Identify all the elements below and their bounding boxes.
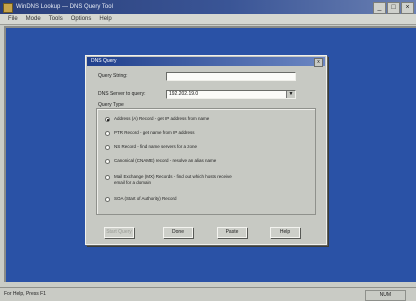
dialog-close-icon[interactable]: x [314, 58, 323, 67]
help-button[interactable]: Help [270, 227, 300, 238]
minimize-icon[interactable]: _ [373, 2, 386, 14]
status-text: For Help, Press F1 [4, 291, 46, 297]
status-bar: For Help, Press F1 NUM [0, 287, 416, 301]
close-icon[interactable]: × [401, 2, 414, 14]
dialog-titlebar: DNS Query x [87, 57, 325, 67]
radio-cname-record[interactable] [105, 159, 110, 164]
done-button[interactable]: Done [163, 227, 193, 238]
radio-mx-record[interactable] [105, 175, 110, 180]
window-controls: _ □ × [373, 2, 414, 14]
option-a-record-label: Address (A) Record - get IP address from… [114, 116, 210, 121]
option-mx-record-label: Mail Exchange (MX) Records - find out wh… [114, 174, 232, 185]
menu-tools[interactable]: Tools [49, 14, 63, 24]
query-type-group: Address (A) Record - get IP address from… [96, 108, 316, 215]
dns-server-select[interactable]: 192.202.19.0 ▼ [166, 90, 296, 99]
chevron-down-icon[interactable]: ▼ [286, 91, 295, 98]
option-ptr-record-label: PTR Record - get name from IP address [114, 130, 195, 135]
option-soa-record-label: SOA (Start of Authority) Record [114, 196, 177, 201]
maximize-icon[interactable]: □ [387, 2, 400, 14]
paste-button[interactable]: Paste [217, 227, 247, 238]
radio-ns-record[interactable] [105, 145, 110, 150]
dns-server-value: 192.202.19.0 [169, 91, 199, 97]
radio-soa-record[interactable] [105, 197, 110, 202]
dns-query-dialog: DNS Query x Query String: DNS Server to … [85, 55, 327, 245]
menu-mode[interactable]: Mode [26, 14, 41, 24]
num-lock-indicator: NUM [364, 290, 406, 301]
start-query-button[interactable]: Start Query [104, 227, 134, 238]
dns-server-label: DNS Server to query: [98, 91, 146, 97]
dialog-title: DNS Query [91, 58, 117, 64]
menu-help[interactable]: Help [99, 14, 111, 24]
app-icon [3, 3, 13, 13]
window-title: WinDNS Lookup — DNS Query Tool [16, 4, 113, 10]
query-string-input[interactable] [166, 72, 296, 81]
query-string-label: Query String: [98, 73, 128, 79]
menu-bar: File Mode Tools Options Help [0, 14, 416, 25]
option-ns-record-label: NS Record - find name servers for a zone [114, 144, 198, 149]
radio-a-record[interactable] [105, 117, 110, 122]
window-titlebar: WinDNS Lookup — DNS Query Tool _ □ × [0, 0, 416, 14]
menu-file[interactable]: File [8, 14, 18, 24]
option-cname-record-label: Canonical (CNAME) record - resolve an al… [114, 158, 217, 163]
menu-options[interactable]: Options [71, 14, 92, 24]
radio-ptr-record[interactable] [105, 131, 110, 136]
